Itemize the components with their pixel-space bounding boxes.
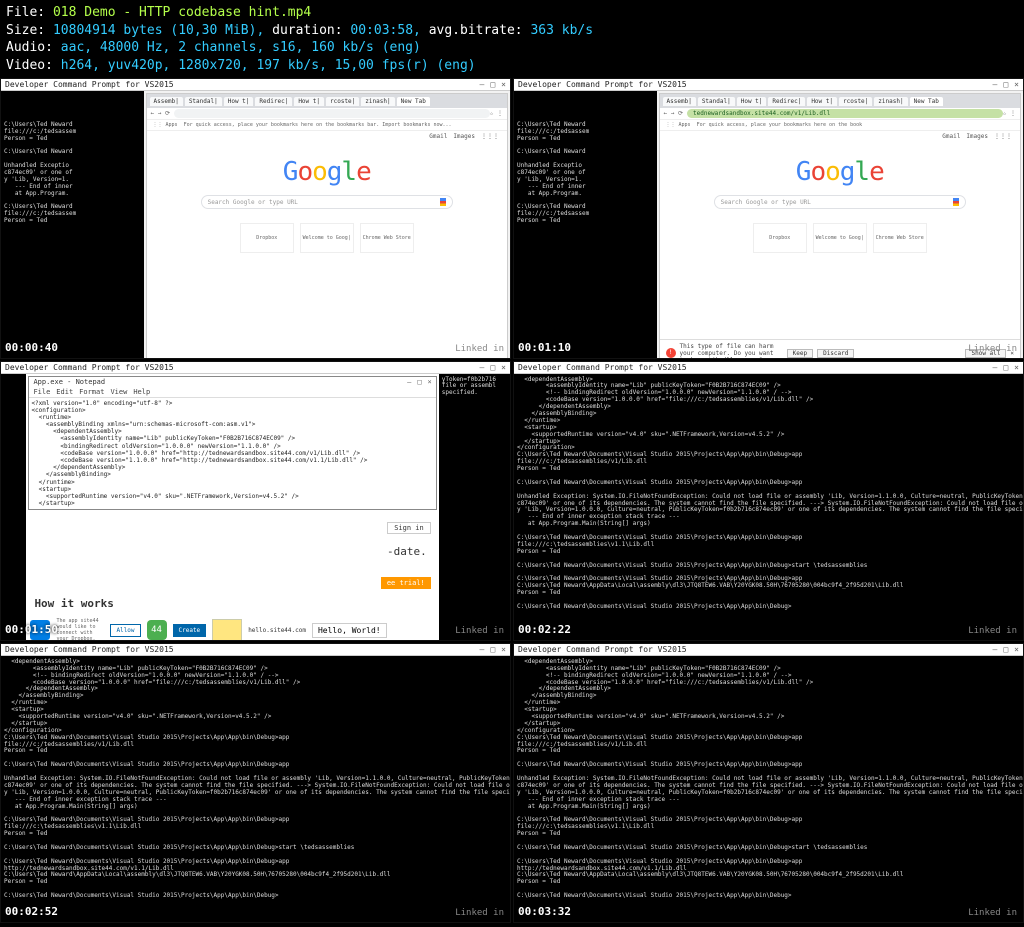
browser-tab[interactable]: Assemb|	[663, 97, 696, 106]
quick-card[interactable]: Chrome Web Store	[873, 223, 927, 253]
download-warning: ! This type of file can harm your comput…	[660, 339, 1020, 359]
notepad-window: App.exe - Notepad—□× FileEditFormatViewH…	[28, 376, 436, 511]
browser-tab[interactable]: Standal|	[185, 97, 222, 106]
search-input[interactable]: Search Google or type URL	[201, 195, 453, 209]
menu-item[interactable]: Help	[133, 388, 150, 396]
browser-tab[interactable]: How t|	[807, 97, 837, 106]
hello-world: Hello, World!	[312, 623, 387, 638]
allow-button[interactable]: Allow	[110, 624, 140, 637]
browser-tab[interactable]: How t|	[294, 97, 324, 106]
address-bar[interactable]: ← → ⟳ ☆ ⋮	[147, 108, 507, 120]
menu-item[interactable]: View	[110, 388, 127, 396]
thumb-4: Developer Command Prompt for VS2015—□× <…	[513, 361, 1024, 641]
browser-tab[interactable]: Redirec|	[768, 97, 805, 106]
terminal[interactable]: <dependentAssembly> <assemblyIdentity na…	[514, 656, 1023, 923]
file-metadata: File: 018 Demo - HTTP codebase hint.mp4 …	[0, 0, 1024, 78]
keep-button[interactable]: Keep	[787, 349, 813, 358]
folder-icon	[212, 619, 242, 641]
menu-item[interactable]: Format	[79, 388, 104, 396]
timestamp: 00:00:40	[5, 341, 58, 354]
discard-button[interactable]: Discard	[817, 349, 854, 358]
browser-tab[interactable]: New Tab	[397, 97, 430, 106]
terminal-left[interactable]: C:\Users\Ted Neward file:///c:/tedsassem…	[514, 91, 657, 358]
mic-icon[interactable]	[440, 198, 446, 206]
thumb-3: Developer Command Prompt for VS2015—□× A…	[0, 361, 511, 641]
quick-card[interactable]: Welcome to Goog|	[813, 223, 867, 253]
site44-icon: 44	[147, 620, 167, 640]
terminal[interactable]: <dependentAssembly> <assemblyIdentity na…	[1, 656, 510, 923]
chrome-window: Assemb|Standal|How t|Redirec|How t|rcost…	[146, 93, 508, 358]
browser-tab[interactable]: How t|	[737, 97, 767, 106]
google-logo: Google	[283, 156, 371, 187]
thumb-1: Developer Command Prompt for VS2015—□× C…	[0, 78, 511, 358]
cmd-titlebar: Developer Command Prompt for VS2015—□×	[1, 79, 510, 91]
create-button[interactable]: Create	[173, 624, 207, 637]
notepad-body[interactable]: <?xml version="1.0" encoding="utf-8" ?> …	[29, 398, 435, 510]
browser-tab[interactable]: Standal|	[698, 97, 735, 106]
thumb-5: Developer Command Prompt for VS2015—□× <…	[0, 643, 511, 923]
terminal[interactable]: <dependentAssembly> <assemblyIdentity na…	[514, 374, 1023, 641]
browser-tab[interactable]: Assemb|	[150, 97, 183, 106]
trial-button[interactable]: ee trial!	[381, 577, 431, 589]
address-bar[interactable]: ← → ⟳tednewardsandbox.site44.com/v1/Lib.…	[660, 108, 1020, 120]
google-home: Google Search Google or type URL Dropbox…	[147, 142, 507, 358]
menu-item[interactable]: File	[33, 388, 50, 396]
browser-tabs[interactable]: Assemb|Standal|How t|Redirec|How t|rcost…	[147, 94, 507, 108]
thumb-2: Developer Command Prompt for VS2015—□× C…	[513, 78, 1024, 358]
browser-tab[interactable]: rcoste|	[839, 97, 872, 106]
browser-tab[interactable]: zinash|	[874, 97, 907, 106]
thumbnail-grid: Developer Command Prompt for VS2015—□× C…	[0, 78, 1024, 923]
quick-card[interactable]: Dropbox	[753, 223, 807, 253]
browser-tab[interactable]: How t|	[224, 97, 254, 106]
menu-item[interactable]: Edit	[56, 388, 73, 396]
browser-tab[interactable]: New Tab	[910, 97, 943, 106]
browser-tab[interactable]: zinash|	[361, 97, 394, 106]
quick-card[interactable]: Dropbox	[240, 223, 294, 253]
terminal-left[interactable]: C:\Users\Ted Neward file:///c:/tedsassem…	[1, 91, 144, 358]
warning-icon: !	[666, 348, 676, 358]
browser-tab[interactable]: Redirec|	[255, 97, 292, 106]
bookmark-bar[interactable]: ⋮⋮ Apps For quick access, place your boo…	[147, 120, 507, 131]
thumb-6: Developer Command Prompt for VS2015—□× <…	[513, 643, 1024, 923]
quick-card[interactable]: Chrome Web Store	[360, 223, 414, 253]
notepad-menu[interactable]: File Edit Format View Help	[29, 387, 435, 398]
browser-tab[interactable]: rcoste|	[326, 97, 359, 106]
quick-card[interactable]: Welcome to Goog|	[300, 223, 354, 253]
signin-button[interactable]: Sign in	[387, 522, 431, 534]
